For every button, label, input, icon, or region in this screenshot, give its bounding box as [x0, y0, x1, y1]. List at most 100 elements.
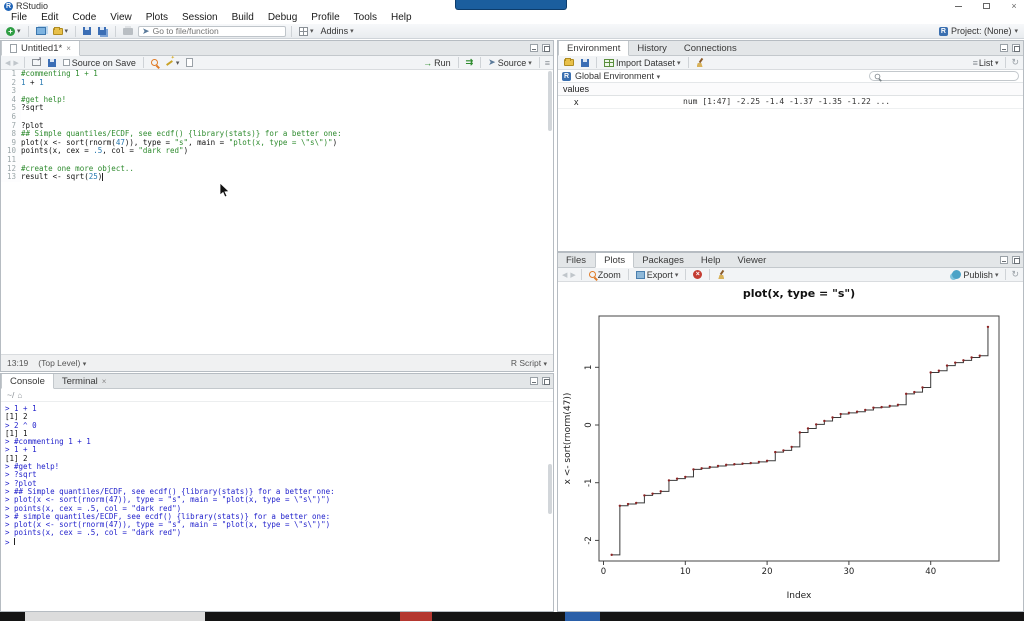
- export-plot-button[interactable]: Export▾: [634, 269, 681, 281]
- code-tools-button[interactable]: ▾: [163, 57, 182, 68]
- project-menu[interactable]: R Project: (None)▾: [939, 26, 1018, 36]
- windows-taskbar[interactable]: [0, 612, 1024, 621]
- print-button[interactable]: [121, 27, 135, 36]
- refresh-icon[interactable]: ↻: [1011, 57, 1019, 68]
- maximize-button[interactable]: [980, 1, 992, 11]
- tab-console[interactable]: Console: [1, 374, 54, 389]
- rerun-button[interactable]: ⇉: [464, 56, 476, 69]
- minimize-pane-icon[interactable]: [530, 44, 538, 52]
- zoom-plot-button[interactable]: Zoom: [587, 269, 623, 281]
- goto-file-input[interactable]: [153, 26, 273, 36]
- maximize-pane-icon[interactable]: [542, 44, 550, 52]
- console-scrollbar[interactable]: [547, 404, 553, 604]
- goto-file-search[interactable]: ➤: [138, 26, 286, 37]
- menu-profile[interactable]: Profile: [304, 12, 346, 24]
- editor-scrollbar[interactable]: [547, 71, 553, 339]
- tab-environment[interactable]: Environment: [558, 41, 629, 56]
- doc-type-selector[interactable]: R Script ▾: [511, 358, 547, 368]
- minimize-button[interactable]: [952, 1, 964, 11]
- maximize-pane-icon[interactable]: [542, 377, 550, 385]
- minimize-pane-icon[interactable]: [1000, 256, 1008, 264]
- open-file-button[interactable]: ▾: [51, 26, 71, 36]
- editor-line[interactable]: 1#commenting 1 + 1: [1, 70, 553, 79]
- remove-plot-button[interactable]: ×: [691, 269, 704, 280]
- environment-scope-selector[interactable]: Global Environment ▾: [575, 71, 660, 81]
- compile-report-button[interactable]: [184, 57, 195, 68]
- editor-line[interactable]: 13result <- sqrt(25): [1, 173, 553, 182]
- menu-help[interactable]: Help: [384, 12, 419, 24]
- step-plot-figure: plot(x, type = "s")010203040-2-101Indexx…: [558, 282, 1023, 613]
- new-file-button[interactable]: +▾: [4, 26, 23, 37]
- menu-build[interactable]: Build: [225, 12, 261, 24]
- working-directory: ~/: [7, 390, 14, 400]
- publish-button[interactable]: Publish▾: [950, 269, 1000, 281]
- tab-untitled1[interactable]: Untitled1* ×: [1, 41, 80, 56]
- save-button[interactable]: [81, 26, 93, 36]
- environment-search-input[interactable]: [884, 72, 1004, 81]
- editor-line[interactable]: 6: [1, 113, 553, 122]
- close-tab-icon[interactable]: ×: [102, 377, 107, 386]
- document-outline-icon[interactable]: ≡: [545, 58, 549, 68]
- home-icon[interactable]: ⌂: [17, 391, 22, 400]
- tab-viewer[interactable]: Viewer: [729, 253, 775, 267]
- menu-session[interactable]: Session: [175, 12, 225, 24]
- tab-connections[interactable]: Connections: [676, 41, 746, 55]
- save-workspace-button[interactable]: [579, 58, 591, 68]
- console-line: > ?sqrt: [5, 471, 545, 479]
- editor-line[interactable]: 21 + 1: [1, 79, 553, 88]
- scope-selector[interactable]: (Top Level) ▾: [38, 358, 86, 368]
- tab-files[interactable]: Files: [558, 253, 595, 267]
- new-project-button[interactable]: [34, 26, 48, 36]
- clear-plots-button[interactable]: [715, 269, 728, 280]
- source-on-save-checkbox[interactable]: Source on Save: [61, 57, 138, 69]
- source-button[interactable]: ➤Source▾: [486, 56, 534, 69]
- refresh-icon[interactable]: ↻: [1011, 269, 1019, 280]
- panes-layout-button[interactable]: ▾: [297, 26, 316, 37]
- menu-debug[interactable]: Debug: [261, 12, 304, 24]
- load-workspace-button[interactable]: [562, 58, 576, 67]
- import-dataset-button[interactable]: Import Dataset▾: [602, 57, 683, 69]
- forward-icon[interactable]: ▶: [13, 59, 18, 67]
- run-button[interactable]: →Run: [421, 57, 453, 69]
- console-output[interactable]: > 1 + 1[1] 2> 2 ^ 0[1] 1> #commenting 1 …: [1, 403, 545, 611]
- plot-display: plot(x, type = "s")010203040-2-101Indexx…: [558, 282, 1023, 611]
- tab-terminal[interactable]: Terminal×: [54, 374, 116, 388]
- editor-line[interactable]: 4#get help!: [1, 96, 553, 105]
- console-pane: ConsoleTerminal× ~/ ⌂ > 1 + 1[1] 2> 2 ^ …: [0, 373, 554, 612]
- next-plot-icon[interactable]: ▶: [570, 271, 575, 279]
- previous-plot-icon[interactable]: ◀: [562, 271, 567, 279]
- menu-edit[interactable]: Edit: [34, 12, 65, 24]
- list-view-button[interactable]: ≡List▾: [971, 57, 1001, 69]
- tab-history[interactable]: History: [629, 41, 676, 55]
- minimize-pane-icon[interactable]: [530, 377, 538, 385]
- editor-line[interactable]: 10points(x, cex = .5, col = "dark red"): [1, 147, 553, 156]
- minimize-pane-icon[interactable]: [1000, 44, 1008, 52]
- menu-plots[interactable]: Plots: [139, 12, 175, 24]
- save-doc-button[interactable]: [46, 58, 58, 68]
- editor-line[interactable]: 3: [1, 87, 553, 96]
- taskbar-item[interactable]: [400, 612, 432, 621]
- tab-help[interactable]: Help: [693, 253, 730, 267]
- addins-button[interactable]: Addins▾: [319, 25, 356, 37]
- environment-search[interactable]: [869, 71, 1019, 81]
- menu-view[interactable]: View: [103, 12, 139, 24]
- clear-workspace-button[interactable]: [694, 57, 707, 68]
- back-icon[interactable]: ◀: [5, 59, 10, 67]
- editor-line[interactable]: 5?sqrt: [1, 104, 553, 113]
- close-tab-icon[interactable]: ×: [66, 44, 71, 53]
- close-button[interactable]: ×: [1008, 1, 1020, 11]
- popout-button[interactable]: [30, 58, 43, 67]
- menu-file[interactable]: File: [4, 12, 34, 24]
- maximize-pane-icon[interactable]: [1012, 44, 1020, 52]
- code-editor[interactable]: 1#commenting 1 + 121 + 134#get help!5?sq…: [1, 70, 553, 354]
- maximize-pane-icon[interactable]: [1012, 256, 1020, 264]
- menu-tools[interactable]: Tools: [347, 12, 384, 24]
- find-button[interactable]: [149, 58, 160, 67]
- tab-packages[interactable]: Packages: [634, 253, 693, 267]
- taskbar-item[interactable]: [25, 612, 205, 621]
- menu-code[interactable]: Code: [65, 12, 103, 24]
- env-variable-row[interactable]: x num [1:47] -2.25 -1.4 -1.37 -1.35 -1.2…: [558, 96, 1023, 109]
- tab-plots[interactable]: Plots: [595, 253, 634, 268]
- taskbar-item[interactable]: [565, 612, 600, 621]
- save-all-button[interactable]: [96, 26, 110, 36]
